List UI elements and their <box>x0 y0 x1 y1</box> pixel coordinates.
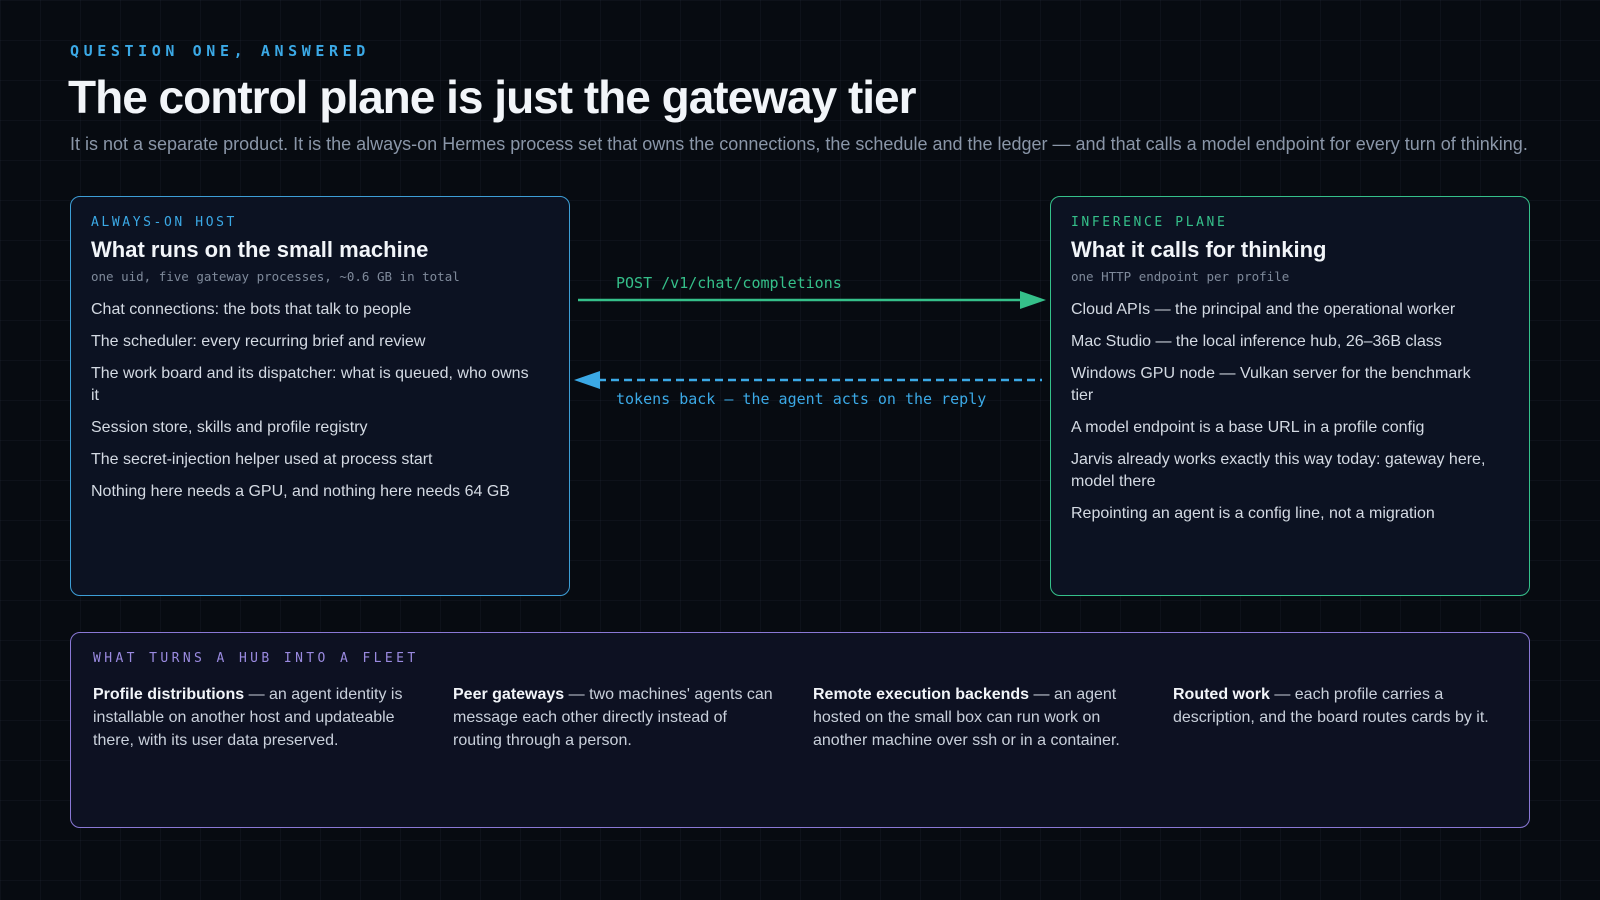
fleet-column-title: Routed work <box>1173 686 1270 703</box>
inference-plane-list: Cloud APIs — the principal and the opera… <box>1071 299 1489 535</box>
inference-plane-note: one HTTP endpoint per profile <box>1071 269 1290 284</box>
list-item: Repointing an agent is a config line, no… <box>1071 505 1435 522</box>
fleet-panel: WHAT TURNS A HUB INTO A FLEET Profile di… <box>70 632 1530 828</box>
fleet-tag: WHAT TURNS A HUB INTO A FLEET <box>93 651 419 666</box>
list-item: Mac Studio — the local inference hub, 26… <box>1071 333 1442 350</box>
fleet-column-title: Profile distributions <box>93 686 245 703</box>
fleet-column-remote-execution: Remote execution backends — an agent hos… <box>813 683 1135 752</box>
request-arrowhead <box>1020 291 1046 309</box>
fleet-column-title: Remote execution backends <box>813 686 1030 703</box>
list-item: Jarvis already works exactly this way to… <box>1071 451 1486 490</box>
inference-plane-heading: What it calls for thinking <box>1071 237 1327 262</box>
list-item: A model endpoint is a base URL in a prof… <box>1071 419 1425 436</box>
fleet-column-peer-gateways: Peer gateways — two machines' agents can… <box>453 683 775 752</box>
response-arrowhead <box>574 371 600 389</box>
inference-plane-card: INFERENCE PLANE What it calls for thinki… <box>1050 196 1530 596</box>
inference-plane-tag: INFERENCE PLANE <box>1071 215 1228 230</box>
fleet-column-title: Peer gateways <box>453 686 565 703</box>
fleet-column-routed-work: Routed work — each profile carries a des… <box>1173 683 1495 752</box>
request-label: POST /v1/chat/completions <box>616 274 842 292</box>
fleet-column-profile-distributions: Profile distributions — an agent identit… <box>93 683 415 752</box>
fleet-columns: Profile distributions — an agent identit… <box>93 683 1509 752</box>
list-item: Windows GPU node — Vulkan server for the… <box>1071 365 1471 404</box>
list-item: Cloud APIs — the principal and the opera… <box>1071 301 1456 318</box>
response-label: tokens back — the agent acts on the repl… <box>616 390 987 408</box>
